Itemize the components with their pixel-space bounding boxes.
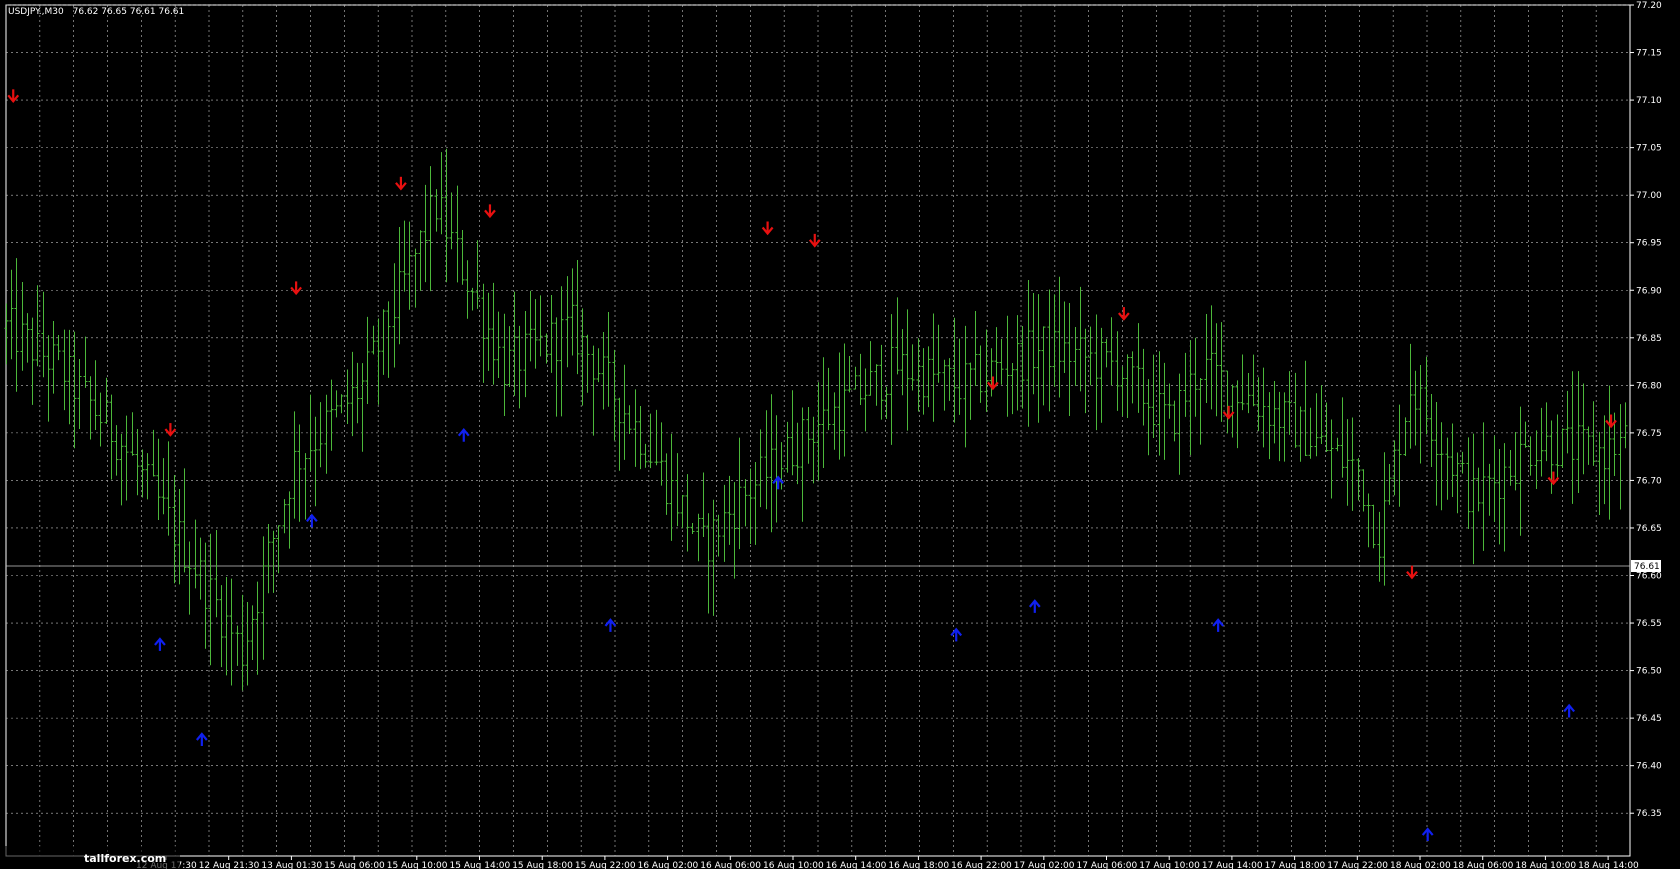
x-tick-label: 12 Aug 21:30: [199, 861, 260, 869]
x-tick-label: 15 Aug 22:00: [575, 861, 636, 869]
y-tick-label: 76.50: [1636, 667, 1662, 677]
y-tick-label: 76.95: [1636, 239, 1662, 249]
watermark: tallforex.com: [0, 846, 180, 869]
x-tick-label: 17 Aug 18:00: [1265, 861, 1326, 869]
x-tick-label: 16 Aug 22:00: [951, 861, 1012, 869]
x-tick-label: 18 Aug 10:00: [1515, 861, 1576, 869]
chart-info-label: USDJPY.,M30 76.62 76.65 76.61 76.61: [8, 7, 184, 17]
x-tick-label: 18 Aug 06:00: [1453, 861, 1514, 869]
y-tick-label: 76.65: [1636, 524, 1662, 534]
y-tick-label: 76.75: [1636, 429, 1662, 439]
y-tick-label: 76.70: [1636, 476, 1662, 486]
current-price-label: 76.61: [1634, 562, 1660, 572]
x-tick-label: 17 Aug 02:00: [1014, 861, 1075, 869]
y-tick-label: 76.60: [1636, 572, 1662, 582]
x-tick-label: 15 Aug 06:00: [324, 861, 385, 869]
price-chart[interactable]: 77.20 77.15 77.10 77.05 77.00 76.95 76.90 76.85…: [0, 0, 1680, 869]
y-tick-label: 77.20: [1636, 1, 1662, 11]
y-tick-label: 76.85: [1636, 334, 1662, 344]
x-tick-label: 17 Aug 22:00: [1327, 861, 1388, 869]
y-tick-label: 76.90: [1636, 286, 1662, 296]
y-tick-label: 77.00: [1636, 191, 1662, 201]
y-tick-label: 76.40: [1636, 762, 1662, 772]
x-tick-label: 17 Aug 10:00: [1139, 861, 1200, 869]
current-price-marker: 76.61: [1631, 559, 1661, 572]
x-tick-label: 16 Aug 18:00: [888, 861, 949, 869]
y-tick-label: 76.35: [1636, 809, 1662, 819]
y-tick-label: 77.05: [1636, 144, 1662, 154]
x-tick-label: 16 Aug 14:00: [826, 861, 887, 869]
x-tick-label: 17 Aug 06:00: [1077, 861, 1138, 869]
x-tick-label: 15 Aug 10:00: [387, 861, 448, 869]
watermark-text: tallforex.com: [84, 852, 166, 865]
y-tick-label: 76.45: [1636, 714, 1662, 724]
y-tick-label: 77.15: [1636, 49, 1662, 59]
x-tick-label: 13 Aug 01:30: [261, 861, 322, 869]
x-tick-label: 16 Aug 10:00: [763, 861, 824, 869]
symbol-label: USDJPY.,M30: [8, 7, 64, 17]
y-tick-label: 76.55: [1636, 619, 1662, 629]
x-tick-label: 16 Aug 06:00: [700, 861, 761, 869]
ohlc-values: 76.62 76.65 76.61 76.61: [73, 7, 185, 17]
x-tick-label: 15 Aug 14:00: [450, 861, 511, 869]
x-tick-label: 18 Aug 14:00: [1578, 861, 1639, 869]
y-tick-label: 76.80: [1636, 381, 1662, 391]
y-tick-label: 77.10: [1636, 96, 1662, 106]
x-tick-label: 17 Aug 14:00: [1202, 861, 1263, 869]
x-tick-label: 18 Aug 02:00: [1390, 861, 1451, 869]
x-tick-label: 16 Aug 02:00: [638, 861, 699, 869]
x-tick-label: 15 Aug 18:00: [512, 861, 573, 869]
